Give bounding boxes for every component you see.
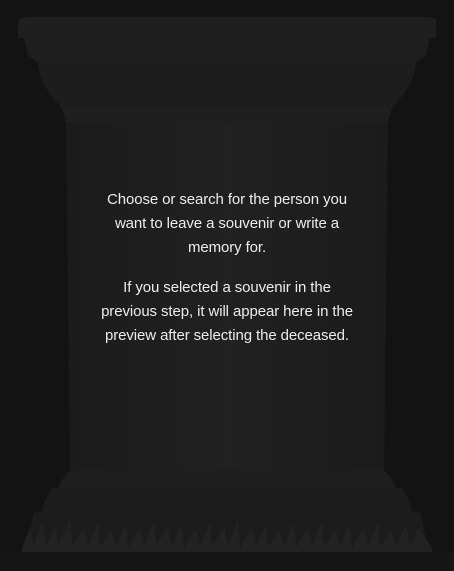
souvenir-preview-area: Choose or search for the person you want… (0, 0, 454, 571)
preview-instructions: Choose or search for the person you want… (96, 188, 358, 348)
instruction-souvenir-preview: If you selected a souvenir in the previo… (101, 279, 353, 344)
instruction-choose-person: Choose or search for the person you want… (107, 191, 347, 256)
